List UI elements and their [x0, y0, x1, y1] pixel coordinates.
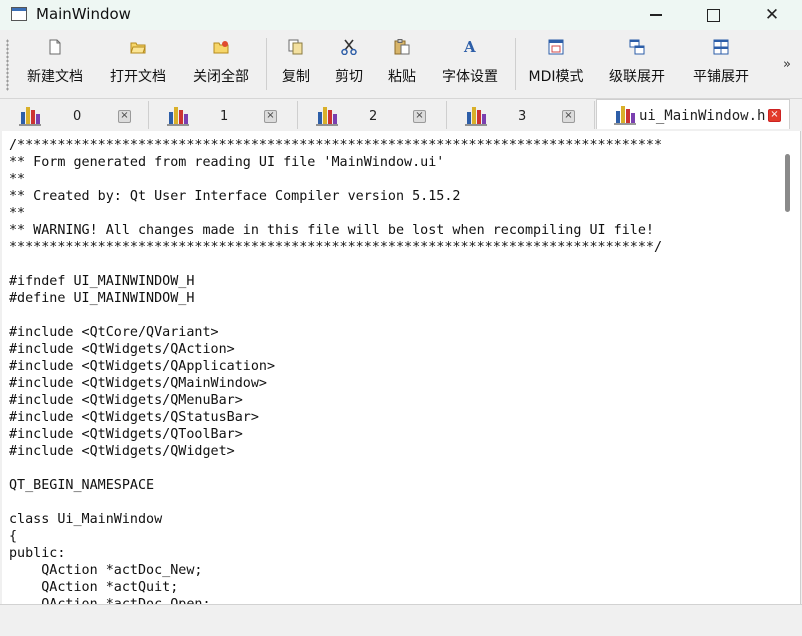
minimize-button[interactable] [627, 0, 685, 30]
toolbar-grip[interactable] [6, 39, 9, 91]
main-toolbar: 新建文档 打开文档 关闭全部 复制 剪切 粘贴 A 字体设置 MDI模式 级联展… [0, 30, 802, 99]
tab-0-label: 0 [73, 109, 82, 124]
scrollbar-thumb[interactable] [785, 154, 790, 212]
cut-label: 剪切 [335, 69, 363, 85]
tab-1-close-icon[interactable]: × [264, 110, 277, 123]
status-bar [0, 604, 802, 636]
font-settings-button[interactable]: A 字体设置 [436, 36, 504, 94]
vertical-scrollbar[interactable] [778, 131, 800, 604]
toolbar-overflow-button[interactable]: » [783, 57, 791, 72]
tab-0-close-icon[interactable]: × [118, 110, 131, 123]
tab-1[interactable]: 1 × [150, 101, 298, 129]
new-document-icon [46, 38, 64, 56]
app-window-icon [11, 7, 27, 21]
svg-text:A: A [463, 39, 476, 55]
close-all-label: 关闭全部 [193, 69, 249, 85]
chart-document-icon [613, 103, 637, 129]
chart-document-icon [464, 104, 488, 130]
new-document-label: 新建文档 [27, 69, 83, 85]
font-icon: A [461, 38, 479, 56]
paste-button[interactable]: 粘贴 [382, 36, 422, 94]
copy-label: 复制 [282, 69, 310, 85]
document-tab-bar: 0 × 1 × 2 × 3 × ui_MainWindow.h × [0, 99, 802, 129]
tile-button[interactable]: 平铺展开 [688, 36, 754, 94]
chart-document-icon [166, 104, 190, 130]
minimize-icon [650, 14, 662, 16]
open-document-label: 打开文档 [110, 69, 166, 85]
title-bar: MainWindow ✕ [0, 0, 802, 30]
cascade-icon [628, 38, 646, 56]
mdi-mode-label: MDI模式 [528, 69, 584, 85]
chart-document-icon [315, 104, 339, 130]
cascade-label: 级联展开 [609, 69, 665, 85]
tab-ui-mainwindow-h[interactable]: ui_MainWindow.h × [596, 99, 790, 129]
maximize-button[interactable] [684, 0, 742, 30]
tab-1-label: 1 [220, 109, 229, 124]
close-icon: ✕ [764, 5, 780, 25]
paste-label: 粘贴 [388, 69, 416, 85]
toolbar-separator [266, 38, 267, 90]
cascade-button[interactable]: 级联展开 [604, 36, 670, 94]
tab-3-label: 3 [518, 109, 527, 124]
close-all-icon [212, 38, 230, 56]
code-editor[interactable]: /***************************************… [2, 131, 778, 604]
new-document-button[interactable]: 新建文档 [22, 36, 88, 94]
editor-border [800, 131, 801, 604]
mdi-mode-button[interactable]: MDI模式 [525, 36, 587, 94]
copy-icon [287, 38, 305, 56]
tab-3-close-icon[interactable]: × [562, 110, 575, 123]
font-settings-label: 字体设置 [442, 69, 498, 85]
close-button[interactable]: ✕ [743, 0, 801, 30]
tile-label: 平铺展开 [693, 69, 749, 85]
tab-2-label: 2 [369, 109, 378, 124]
code-text[interactable]: /***************************************… [2, 131, 778, 604]
tab-0[interactable]: 0 × [2, 101, 149, 129]
cut-button[interactable]: 剪切 [329, 36, 369, 94]
close-all-button[interactable]: 关闭全部 [188, 36, 254, 94]
tab-ui-mainwindow-h-close-icon[interactable]: × [768, 109, 781, 122]
tab-2-close-icon[interactable]: × [413, 110, 426, 123]
tab-3[interactable]: 3 × [448, 101, 595, 129]
window-title: MainWindow [36, 5, 131, 23]
chart-document-icon [18, 104, 42, 130]
maximize-icon [706, 8, 720, 22]
tab-ui-mainwindow-h-label: ui_MainWindow.h [639, 108, 766, 124]
copy-button[interactable]: 复制 [276, 36, 316, 94]
tile-icon [712, 38, 730, 56]
open-folder-icon [129, 38, 147, 56]
open-document-button[interactable]: 打开文档 [105, 36, 171, 94]
paste-icon [393, 38, 411, 56]
toolbar-separator [515, 38, 516, 90]
cut-icon [340, 38, 358, 56]
mdi-mode-icon [547, 38, 565, 56]
tab-2[interactable]: 2 × [299, 101, 447, 129]
